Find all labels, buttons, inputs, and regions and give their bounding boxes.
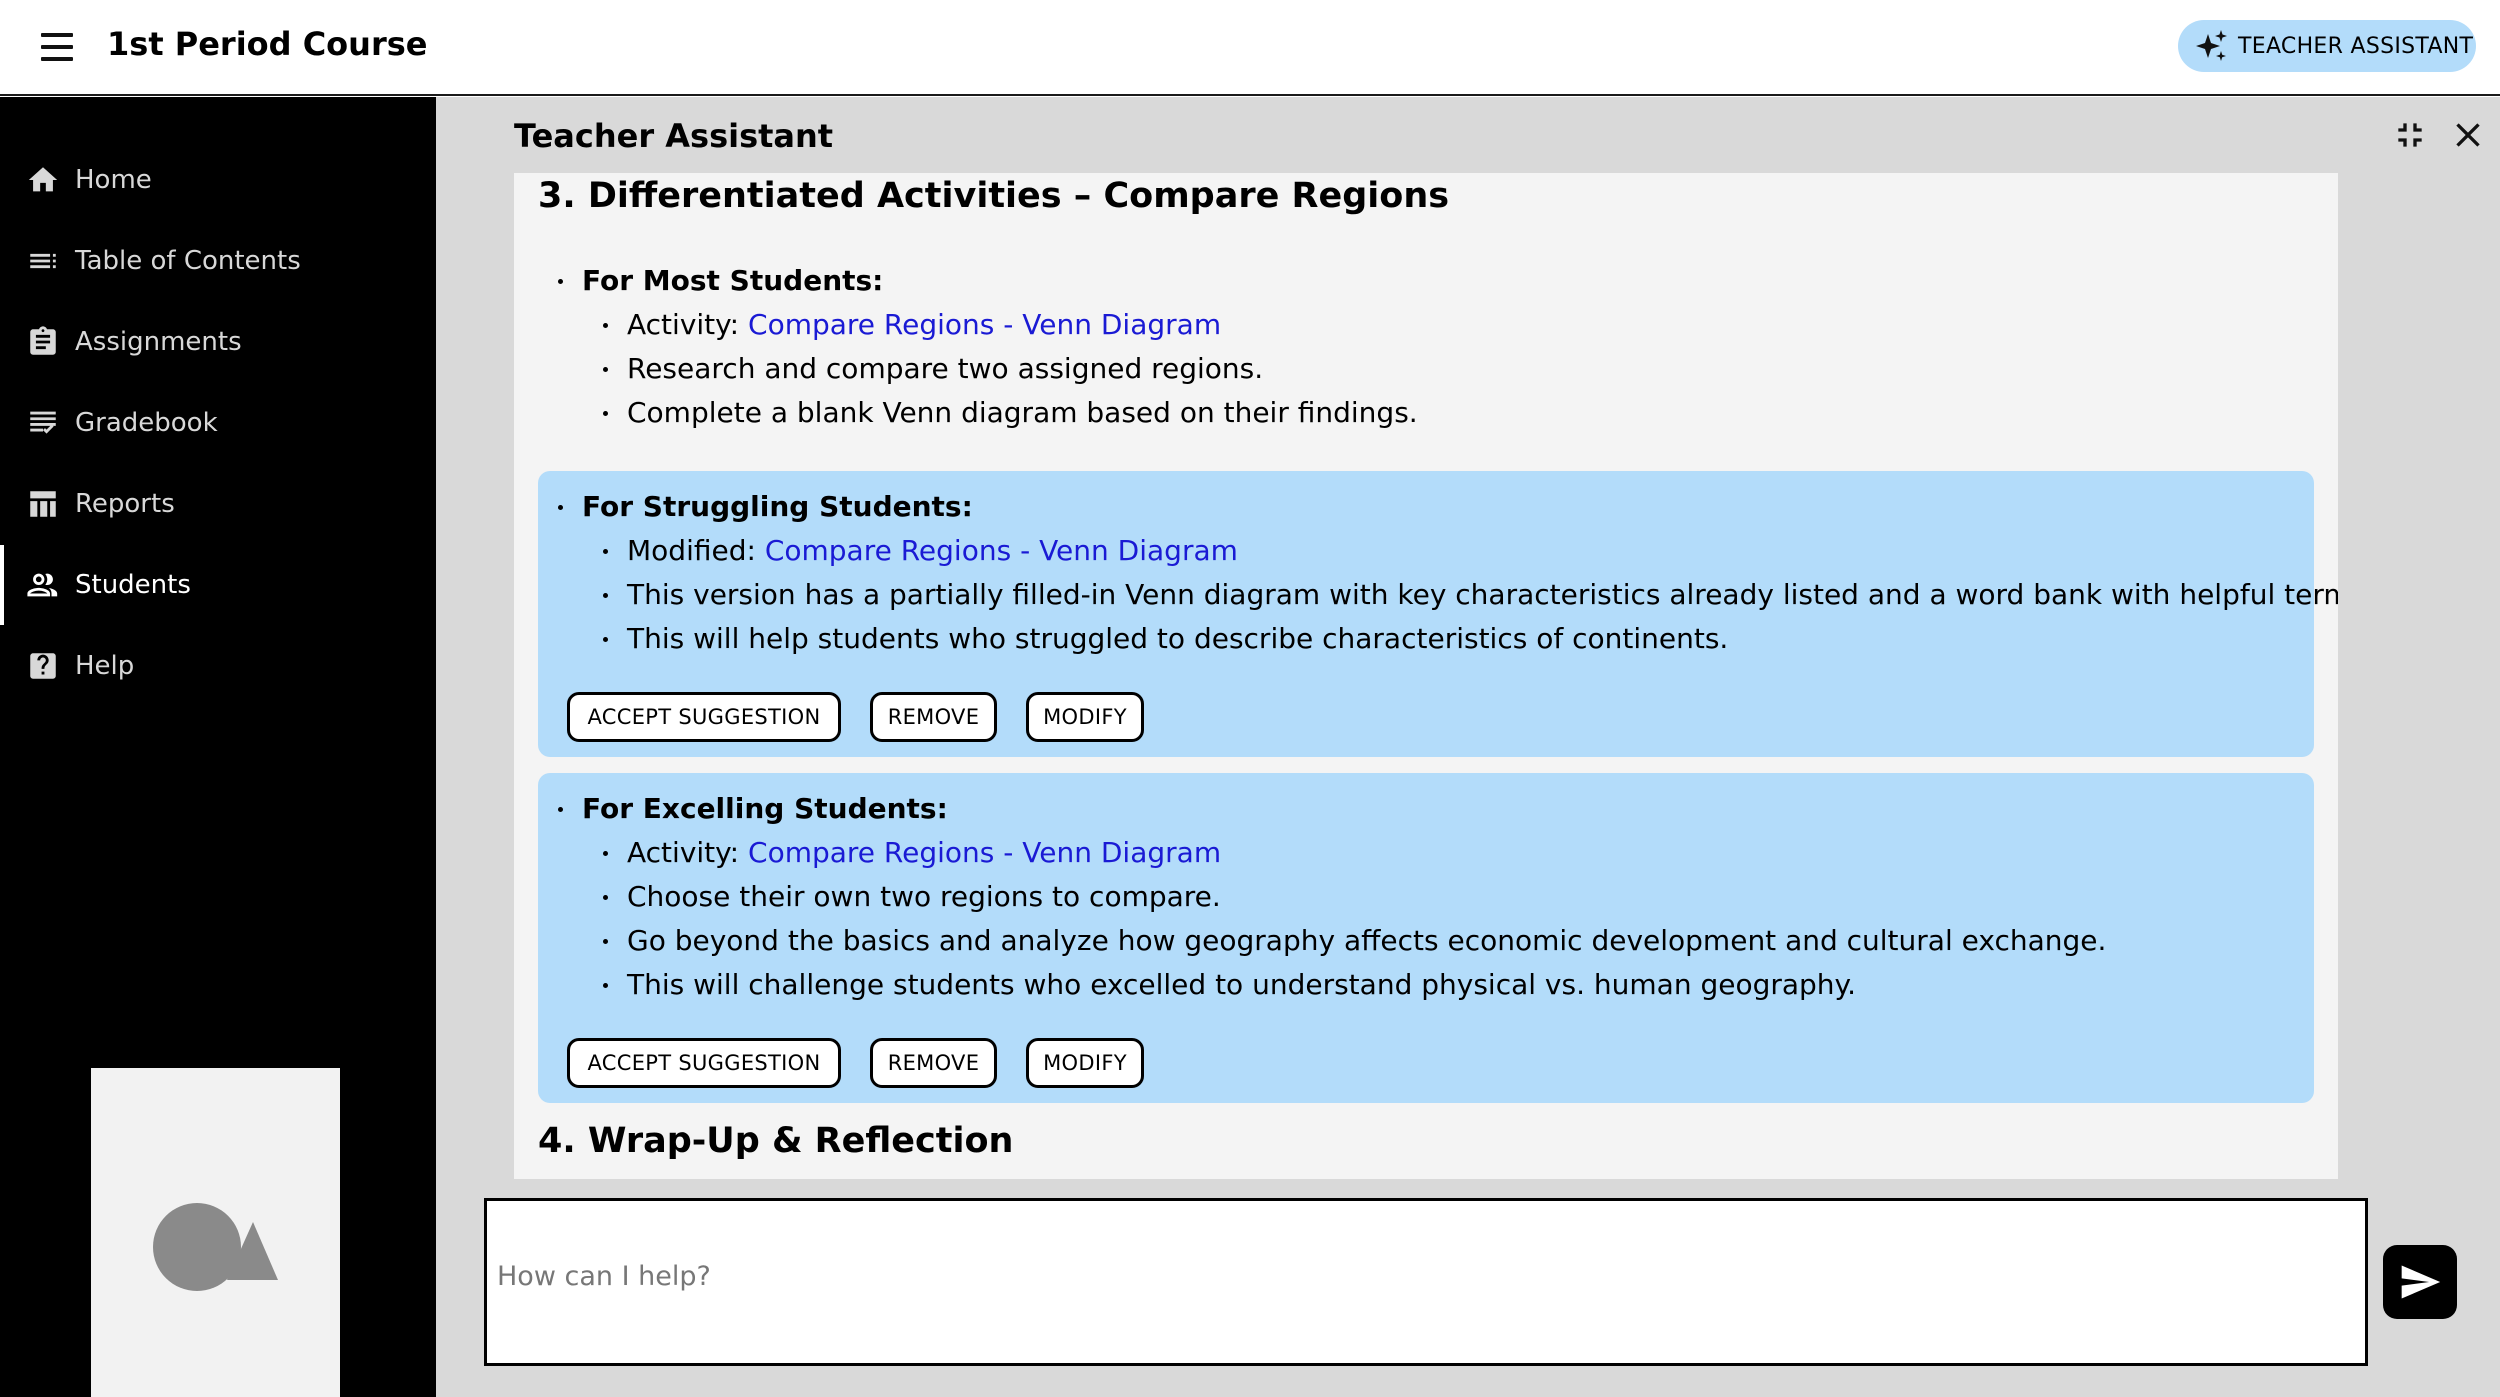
activity-link[interactable]: Compare Regions - Venn Diagram: [748, 836, 1221, 869]
panel-title: Teacher Assistant: [514, 117, 834, 155]
gradebook-icon: [30, 411, 56, 434]
teacher-assistant-panel: Teacher Assistant 3. Differentiated Acti…: [436, 97, 2500, 1397]
logo-card: [91, 1068, 340, 1397]
sidebar-item-label: Table of Contents: [75, 246, 301, 276]
sidebar-item-home[interactable]: Home: [0, 140, 436, 220]
bullet: [603, 411, 608, 416]
sidebar-item-label: Gradebook: [75, 408, 218, 438]
sidebar-item-label: Home: [75, 165, 152, 195]
list-item: Activity: Compare Regions - Venn Diagram: [627, 834, 1221, 872]
assistant-response: 3. Differentiated Activities – Compare R…: [514, 173, 2338, 1179]
sidebar-item-label: Students: [75, 570, 191, 600]
sidebar-item-table-of-contents[interactable]: Table of Contents: [0, 221, 436, 301]
group-most-students: For Most Students: Activity: Compare Reg…: [538, 258, 2314, 463]
bullet: [558, 505, 563, 510]
clipboard-icon: [30, 326, 56, 355]
collapse-icon[interactable]: [2390, 115, 2430, 155]
list-item: Research and compare two assigned region…: [627, 352, 1264, 385]
close-icon[interactable]: [2448, 115, 2488, 155]
bullet: [603, 637, 608, 642]
group-title: For Most Students:: [582, 264, 884, 297]
sidebar-item-gradebook[interactable]: Gradebook: [0, 383, 436, 463]
teacher-assistant-button[interactable]: TEACHER ASSISTANT: [2178, 20, 2476, 72]
modify-button[interactable]: MODIFY: [1026, 1038, 1144, 1088]
send-button[interactable]: [2383, 1245, 2457, 1319]
hamburger-menu-icon[interactable]: [38, 30, 78, 64]
section-heading: 4. Wrap-Up & Reflection: [538, 1121, 1014, 1161]
activity-link[interactable]: Compare Regions - Venn Diagram: [748, 308, 1221, 341]
help-icon: [30, 653, 56, 679]
group-title: For Excelling Students:: [582, 792, 948, 825]
remove-button[interactable]: REMOVE: [870, 1038, 997, 1088]
sidebar-item-label: Assignments: [75, 327, 242, 357]
list-icon: [30, 253, 56, 269]
sidebar-item-reports[interactable]: Reports: [0, 464, 436, 544]
teacher-assistant-label: TEACHER ASSISTANT: [2238, 33, 2474, 59]
top-bar: 1st Period Course TEACHER ASSISTANT: [0, 0, 2500, 96]
accept-suggestion-button[interactable]: ACCEPT SUGGESTION: [567, 692, 841, 742]
home-icon: [28, 167, 58, 192]
section-heading: 3. Differentiated Activities – Compare R…: [538, 176, 1450, 216]
sparkle-icon: [2196, 30, 2227, 61]
list-item: Choose their own two regions to compare.: [627, 880, 1221, 913]
modify-button[interactable]: MODIFY: [1026, 692, 1144, 742]
list-item: This will help students who struggled to…: [627, 622, 1729, 655]
list-item: Go beyond the basics and analyze how geo…: [627, 924, 2107, 957]
chat-input-container: [484, 1198, 2368, 1366]
group-struggling-students: For Struggling Students: Modified: Compa…: [538, 471, 2338, 757]
people-icon: [27, 573, 58, 597]
bullet: [603, 851, 608, 856]
activity-link[interactable]: Compare Regions - Venn Diagram: [765, 534, 1238, 567]
sidebar-item-label: Reports: [75, 489, 175, 519]
group-title: For Struggling Students:: [582, 490, 973, 523]
bullet: [603, 323, 608, 328]
bullet: [603, 939, 608, 944]
table-icon: [30, 491, 56, 517]
remove-button[interactable]: REMOVE: [870, 692, 997, 742]
list-item: This will challenge students who excelle…: [627, 968, 1857, 1001]
send-icon: [2401, 1265, 2441, 1299]
sidebar-item-assignments[interactable]: Assignments: [0, 302, 436, 382]
list-item: Complete a blank Venn diagram based on t…: [627, 396, 1418, 429]
sidebar-item-students[interactable]: Students: [0, 545, 436, 625]
sidebar: Home Table of Contents Assignments Grade…: [0, 97, 436, 1397]
bullet: [603, 983, 608, 988]
group-excelling-students: For Excelling Students: Activity: Compar…: [538, 773, 2314, 1103]
chat-input[interactable]: [497, 1261, 2347, 1321]
list-item: Activity: Compare Regions - Venn Diagram: [627, 306, 1221, 344]
bullet: [603, 895, 608, 900]
shapes-logo-icon: [153, 1203, 278, 1291]
item-prefix: Modified:: [627, 534, 765, 567]
bullet: [603, 549, 608, 554]
bullet: [558, 807, 563, 812]
bullet: [603, 593, 608, 598]
accept-suggestion-button[interactable]: ACCEPT SUGGESTION: [567, 1038, 841, 1088]
sidebar-item-label: Help: [75, 651, 135, 681]
sidebar-item-help[interactable]: Help: [0, 626, 436, 706]
list-item: Modified: Compare Regions - Venn Diagram: [627, 532, 1238, 570]
bullet: [603, 367, 608, 372]
list-item: This version has a partially filled-in V…: [627, 578, 2338, 611]
course-title: 1st Period Course: [107, 25, 428, 63]
bullet: [558, 279, 563, 284]
item-prefix: Activity:: [627, 836, 749, 869]
item-prefix: Activity:: [627, 308, 749, 341]
